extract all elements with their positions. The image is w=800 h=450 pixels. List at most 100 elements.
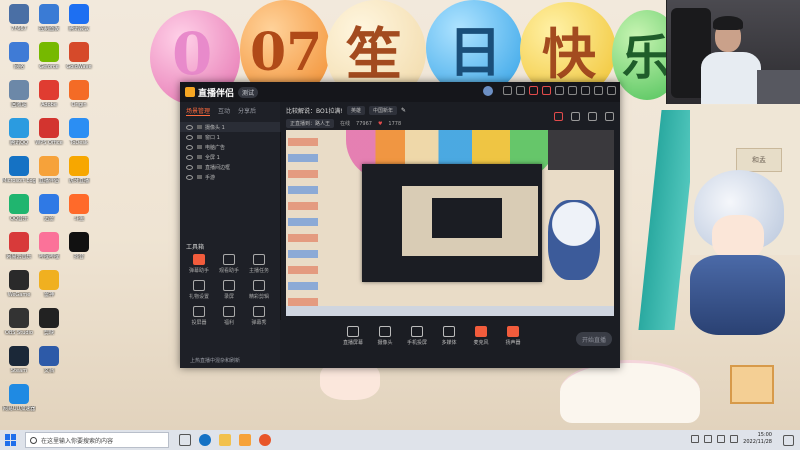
- user-avatar[interactable]: [483, 86, 493, 96]
- version-badge[interactable]: 测试: [238, 86, 259, 98]
- maximize-icon[interactable]: [594, 86, 603, 95]
- eye-icon[interactable]: [186, 144, 193, 150]
- tool-item[interactable]: 福利: [214, 306, 244, 326]
- media-button[interactable]: 多媒体: [438, 326, 460, 346]
- gift-icon[interactable]: [529, 86, 538, 95]
- browser-icon[interactable]: [259, 434, 271, 446]
- desktop-icon[interactable]: 7F667: [2, 4, 36, 32]
- desktop-icon[interactable]: 哔哩哔哩: [32, 232, 66, 260]
- gift-icon[interactable]: [554, 112, 563, 121]
- scene-item[interactable]: 手游: [180, 172, 280, 182]
- desktop-icon[interactable]: 腾讯QQ: [2, 118, 36, 146]
- desktop-icon[interactable]: 斗鱼: [62, 194, 96, 222]
- eye-icon[interactable]: [186, 124, 193, 130]
- bell-icon[interactable]: [588, 112, 597, 121]
- clock[interactable]: 15:00 2022/11/28: [743, 432, 772, 446]
- close-icon[interactable]: [607, 86, 616, 95]
- desktop-icon[interactable]: 迅雷: [32, 194, 66, 222]
- microphone-button[interactable]: 麦克风: [470, 326, 492, 346]
- app-icon: [39, 346, 59, 366]
- eye-icon[interactable]: [186, 164, 193, 170]
- live-app-icon[interactable]: [239, 434, 251, 446]
- settings-icon[interactable]: [516, 86, 525, 95]
- desktop-icon[interactable]: 雷神: [32, 270, 66, 298]
- app-titlebar[interactable]: 直播伴侣 测试: [180, 82, 620, 102]
- scene-item[interactable]: 电脑广告: [180, 142, 280, 152]
- tab-share[interactable]: 分享后: [238, 106, 256, 116]
- eye-icon[interactable]: [186, 174, 193, 180]
- tool-item[interactable]: 投屏器: [184, 306, 214, 326]
- scene-item[interactable]: 摄像头 1: [180, 122, 280, 132]
- share-icon[interactable]: [555, 86, 564, 95]
- desktop-icon[interactable]: 抖音: [62, 232, 96, 260]
- screen-button[interactable]: 直播屏幕: [342, 326, 364, 346]
- tool-item[interactable]: 录屏: [214, 280, 244, 300]
- desktop-icon[interactable]: 网易UU加速器: [2, 384, 36, 412]
- tool-item[interactable]: 观看助手: [214, 254, 244, 274]
- desktop-icon[interactable]: GoldWave: [62, 42, 96, 70]
- scene-item[interactable]: 直播间边框: [180, 162, 280, 172]
- desktop-icon[interactable]: 网易云音乐: [2, 232, 36, 260]
- streaming-app-window[interactable]: 直播伴侣 测试 场景管理 互动 分享后 摄像头 1 窗口 1 电脑广告 全屏 1…: [180, 82, 620, 368]
- desktop-icon[interactable]: 控制面板: [32, 4, 66, 32]
- tool-item[interactable]: 礼物设置: [184, 280, 214, 300]
- start-live-button[interactable]: 开始直播: [576, 332, 612, 346]
- tab-scenes[interactable]: 场景管理: [186, 106, 211, 116]
- notification-icon[interactable]: [783, 435, 794, 446]
- desktop-icon[interactable]: Adobe: [32, 80, 66, 108]
- tool-item[interactable]: 弹幕助手: [184, 254, 214, 274]
- desktop-icon[interactable]: WPS Office: [32, 118, 66, 146]
- task-view-icon[interactable]: [179, 434, 191, 446]
- speaker-button[interactable]: 扬声器: [502, 326, 524, 346]
- tab-interaction[interactable]: 互动: [218, 106, 230, 116]
- message-icon[interactable]: [542, 86, 551, 95]
- phone-cast-button[interactable]: 手机投屏: [406, 326, 428, 346]
- camera-button[interactable]: 摄像头: [374, 326, 396, 346]
- explorer-icon[interactable]: [219, 434, 231, 446]
- app-icon: [69, 42, 89, 62]
- desktop-icon[interactable]: 回收站: [2, 80, 36, 108]
- start-icon[interactable]: [5, 434, 17, 446]
- tool-item[interactable]: 主播任务: [244, 254, 274, 274]
- desktop-icon[interactable]: Origin: [62, 80, 96, 108]
- app-icon: [39, 270, 59, 290]
- category-pill[interactable]: 英雄: [346, 106, 365, 115]
- bottom-tip[interactable]: 上热直播中混杂和刷新: [190, 357, 240, 364]
- scene-item[interactable]: 窗口 1: [180, 132, 280, 142]
- lock-icon[interactable]: [571, 112, 580, 121]
- desktop-icon[interactable]: WeGame: [2, 270, 36, 298]
- stream-preview[interactable]: [286, 130, 614, 316]
- eye-icon[interactable]: [186, 134, 193, 140]
- desktop-icon[interactable]: ToDesk: [62, 118, 96, 146]
- minimize-icon[interactable]: [581, 86, 590, 95]
- edge-icon[interactable]: [199, 434, 211, 446]
- desktop-icon[interactable]: 腾讯会议: [62, 4, 96, 32]
- ime-icon[interactable]: [730, 435, 739, 443]
- desktop-icon[interactable]: 虎牙直播: [62, 156, 96, 184]
- eye-icon[interactable]: [186, 154, 193, 160]
- stream-title[interactable]: 比较解说：BO1拉满!: [286, 106, 343, 115]
- volume-icon[interactable]: [717, 435, 726, 443]
- menu-icon[interactable]: [568, 86, 577, 95]
- desktop-icon[interactable]: QQ音乐: [2, 194, 36, 222]
- desktop-icon[interactable]: Geforce: [32, 42, 66, 70]
- desktop-icon[interactable]: 文档: [32, 346, 66, 374]
- desktop-icon[interactable]: 直播伴侣: [32, 156, 66, 184]
- headset-icon[interactable]: [503, 86, 512, 95]
- topic-pill[interactable]: 中国新年: [368, 106, 397, 115]
- network-icon[interactable]: [704, 435, 713, 443]
- tool-item[interactable]: 弹幕秀: [244, 306, 274, 326]
- desktop-icon[interactable]: 网络: [2, 42, 36, 70]
- tool-item[interactable]: 精彩剪辑: [244, 280, 274, 300]
- desktop-icon[interactable]: OBS Studio: [2, 308, 36, 336]
- desktop-icon-label: OBS Studio: [5, 330, 33, 336]
- desktop-icon[interactable]: Steam: [2, 346, 36, 374]
- search-box[interactable]: 在这里输入你要搜索的内容: [25, 432, 169, 448]
- chevron-up-icon[interactable]: [691, 435, 700, 443]
- desktop-icon[interactable]: 剪映: [32, 308, 66, 336]
- desktop-icon-label: 网易云音乐: [6, 254, 32, 260]
- edit-icon[interactable]: ✎: [401, 107, 406, 114]
- desktop-icon[interactable]: Microsoft Edge: [2, 156, 36, 184]
- scene-item[interactable]: 全屏 1: [180, 152, 280, 162]
- layout-icon[interactable]: [605, 112, 614, 121]
